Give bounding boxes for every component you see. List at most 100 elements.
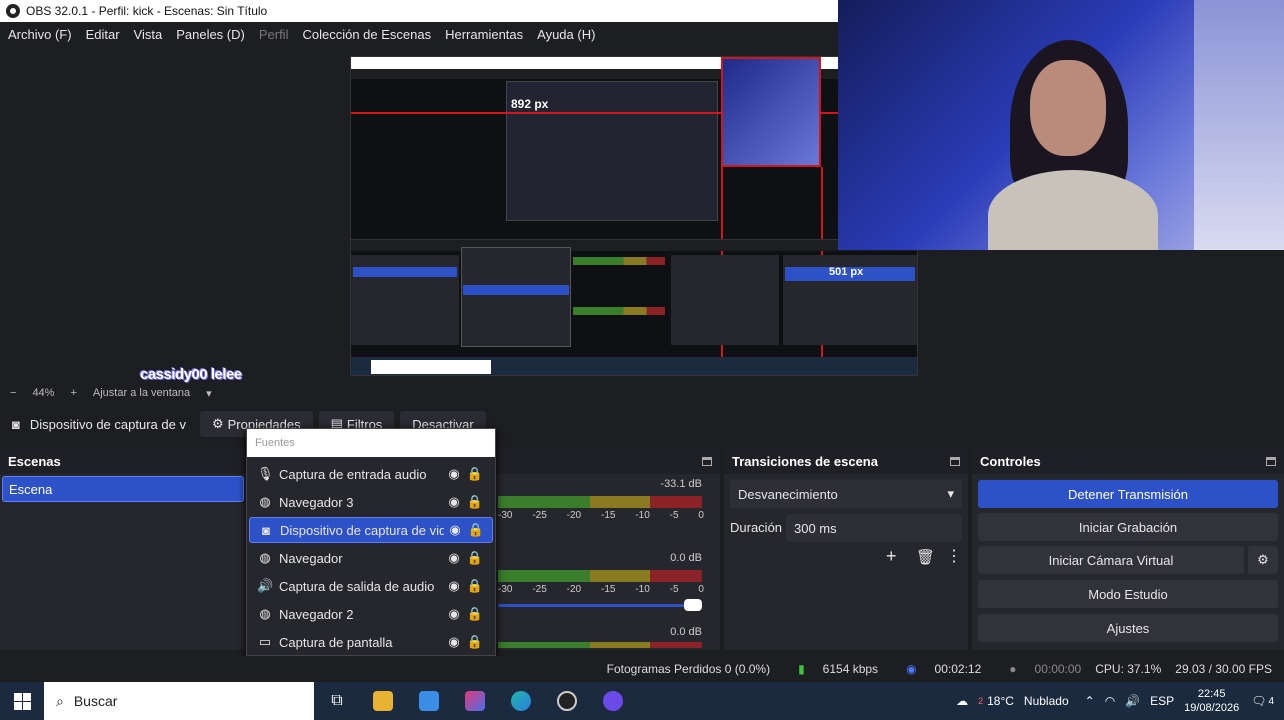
chevron-up-icon[interactable]: ⌃	[1085, 694, 1095, 708]
streaming-app-icon[interactable]	[590, 682, 636, 720]
selected-source-name: Dispositivo de captura de v	[29, 416, 186, 432]
source-label: Navegador 3	[279, 494, 354, 510]
store-icon[interactable]	[406, 682, 452, 720]
gear-icon: ⚙	[211, 416, 224, 431]
fit-window-dropdown[interactable]: Ajustar a la ventana	[93, 387, 190, 399]
zoom-in-button[interactable]: +	[70, 387, 76, 399]
source-item-browser-2[interactable]: ◍ Navegador 2 ◉ 🔒	[249, 601, 493, 627]
lock-icon[interactable]: 🔒	[465, 466, 485, 482]
file-explorer-icon[interactable]	[360, 682, 406, 720]
scenes-dock: Escenas Escena	[0, 448, 246, 650]
source-toolbar: ◙ Dispositivo de captura de v ⚙ Propiedad…	[0, 408, 1284, 440]
zoom-out-button[interactable]: −	[10, 387, 16, 399]
lock-icon[interactable]: 🔒	[465, 494, 485, 510]
channel-2-volume-slider[interactable]	[498, 604, 702, 607]
menu-herramientas[interactable]: Herramientas	[445, 27, 523, 42]
more-options-icon[interactable]: ⋮	[946, 546, 962, 566]
dock-pin-icon[interactable]	[1266, 456, 1276, 466]
clock-time: 22:45	[1197, 688, 1226, 700]
transitions-dock: Transiciones de escena Desvanecimiento ▾ …	[724, 448, 968, 650]
clock[interactable]: 22:45 19/08/2026	[1184, 687, 1239, 715]
gear-icon: ⚙	[1257, 552, 1269, 567]
trash-icon[interactable]: 🗑	[916, 548, 935, 566]
edge-icon[interactable]	[498, 682, 544, 720]
menu-perfil: Perfil	[258, 26, 289, 42]
notification-icon[interactable]: 🗨	[1251, 694, 1266, 708]
dock-pin-icon[interactable]	[950, 456, 960, 466]
duration-spinbox[interactable]: 300 ms	[786, 514, 962, 542]
dropped-frames: Fotogramas Perdidos 0 (0.0%)	[606, 662, 771, 676]
dock-pin-icon[interactable]	[702, 456, 712, 466]
source-item-video-capture[interactable]: ◙ Dispositivo de captura de vid ◉ 🔒	[249, 517, 493, 543]
monitor-icon: ▭	[258, 634, 272, 649]
source-item-screen-capture[interactable]: ▭ Captura de pantalla ◉ 🔒	[249, 629, 493, 655]
stop-streaming-button[interactable]: Detener Transmisión	[978, 480, 1278, 508]
obs-icon[interactable]	[544, 682, 590, 720]
lock-icon[interactable]: 🔒	[465, 578, 485, 594]
weather-icon[interactable]: ☁	[956, 694, 968, 708]
scene-item[interactable]: Escena	[2, 476, 244, 502]
task-view-icon[interactable]: ⧉	[314, 682, 360, 720]
eye-icon[interactable]: ◉	[443, 494, 465, 510]
eye-icon[interactable]: ◉	[444, 522, 466, 538]
duration-label: Duración	[730, 520, 783, 535]
office-icon[interactable]	[452, 682, 498, 720]
settings-button[interactable]: Ajustes	[978, 614, 1278, 642]
studio-mode-button[interactable]: Modo Estudio	[978, 580, 1278, 608]
taskbar-search[interactable]: ⌕ Buscar	[44, 682, 314, 720]
menu-coleccion-escenas[interactable]: Colección de Escenas	[302, 27, 431, 42]
virtual-camera-settings-button[interactable]: ⚙	[1248, 546, 1278, 574]
eye-icon[interactable]: ◉	[443, 606, 465, 622]
microphone-icon: 🎙	[257, 466, 274, 481]
start-virtual-camera-button[interactable]: Iniciar Cámara Virtual	[978, 546, 1244, 574]
chevron-down-icon[interactable]: ▾	[206, 387, 212, 400]
camera-icon: ◙	[262, 522, 270, 538]
lock-icon[interactable]: 🔒	[465, 606, 485, 622]
webcam-feed	[838, 0, 1284, 250]
volume-icon[interactable]: 🔊	[1125, 694, 1140, 708]
weather-temperature: 18°C	[987, 694, 1014, 708]
windows-logo-icon	[13, 692, 31, 710]
menu-ayuda[interactable]: Ayuda (H)	[537, 27, 595, 42]
menu-editar[interactable]: Editar	[86, 27, 120, 42]
lock-icon[interactable]: 🔒	[465, 550, 485, 566]
add-transition-icon[interactable]: +	[886, 546, 897, 567]
nested-height-label: 501 px	[829, 266, 864, 278]
nested-width-label: 892 px	[511, 97, 549, 111]
channel-1-db: -33.1 dB	[660, 478, 702, 490]
search-icon: ⌕	[56, 692, 64, 709]
lock-icon[interactable]: 🔒	[465, 634, 485, 650]
source-label: Captura de pantalla	[279, 634, 393, 650]
eye-icon[interactable]: ◉	[443, 578, 465, 594]
nested-obs-capture: 892 px 501 px	[350, 56, 918, 376]
source-label: Navegador 2	[279, 606, 354, 622]
eye-icon[interactable]: ◉	[443, 550, 465, 566]
record-icon: ●	[1009, 662, 1017, 676]
channel-2-ticks: -30 -25 -20 -15 -10 -5 0	[498, 584, 704, 595]
stream-timer: ◉ 00:02:12	[906, 662, 982, 676]
menu-archivo[interactable]: Archivo (F)	[8, 27, 72, 42]
source-item-mic-input[interactable]: 🎙 Captura de entrada audio ◉ 🔒	[249, 461, 493, 487]
volume-slider-handle[interactable]	[684, 599, 702, 611]
language-indicator[interactable]: ESP	[1150, 694, 1174, 708]
lock-icon[interactable]: 🔒	[466, 522, 486, 538]
obs-logo-icon	[6, 4, 20, 18]
transitions-dock-title: Transiciones de escena	[724, 448, 968, 474]
sources-header: Fuentes	[247, 429, 495, 457]
eye-icon[interactable]: ◉	[443, 466, 465, 482]
signal-bars-icon: ▮	[798, 662, 805, 676]
camera-icon: ◙	[12, 416, 20, 432]
notification-count: 4	[1268, 695, 1274, 707]
eye-icon[interactable]: ◉	[443, 634, 465, 650]
menu-vista[interactable]: Vista	[134, 27, 163, 42]
source-item-browser[interactable]: ◍ Navegador ◉ 🔒	[249, 545, 493, 571]
source-item-browser-3[interactable]: ◍ Navegador 3 ◉ 🔒	[249, 489, 493, 515]
transition-select[interactable]: Desvanecimiento ▾	[730, 480, 962, 508]
start-button[interactable]	[0, 682, 44, 720]
globe-icon: ◍	[259, 494, 271, 509]
wifi-icon[interactable]: ◠	[1105, 694, 1115, 708]
start-recording-button[interactable]: Iniciar Grabación	[978, 513, 1278, 541]
channel-2-meter	[498, 570, 702, 582]
menu-paneles[interactable]: Paneles (D)	[176, 27, 245, 42]
source-item-audio-output[interactable]: 🔊 Captura de salida de audio ◉ 🔒	[249, 573, 493, 599]
